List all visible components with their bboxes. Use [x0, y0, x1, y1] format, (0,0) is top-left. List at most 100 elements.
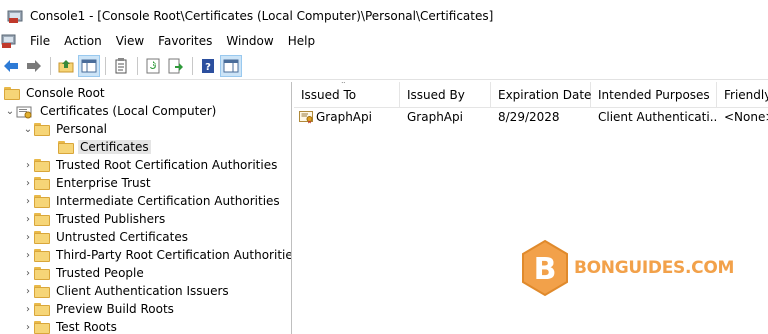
chevron-right-icon[interactable]: › — [22, 192, 34, 210]
tree-item-third-party-root[interactable]: › Third-Party Root Certification Authori… — [22, 246, 292, 264]
folder-icon — [34, 266, 50, 280]
column-label: Intended Purposes — [598, 87, 710, 102]
tree-item-client-auth-issuers[interactable]: › Client Authentication Issuers — [22, 282, 231, 300]
tree-item-label: Trusted People — [56, 266, 144, 280]
help-icon[interactable]: ? — [197, 55, 219, 77]
toolbar-separator — [192, 56, 193, 75]
up-folder-icon[interactable] — [55, 55, 77, 77]
show-hide-action-pane-icon[interactable] — [220, 54, 242, 77]
cell-issued-to: GraphApi — [294, 110, 400, 124]
refresh-icon[interactable] — [142, 55, 164, 77]
chevron-right-icon[interactable]: › — [22, 228, 34, 246]
chevron-right-icon[interactable]: › — [22, 318, 34, 334]
tree-item-label: Trusted Publishers — [56, 212, 166, 226]
column-header-expiration-date[interactable]: Expiration Date — [491, 82, 591, 108]
column-header-friendly-name[interactable]: Friendly — [717, 82, 768, 108]
tree-item-label: Trusted Root Certification Authorities — [56, 158, 278, 172]
tree-item-label: Certificates (Local Computer) — [40, 104, 217, 118]
tree-item-label: Enterprise Trust — [56, 176, 151, 190]
chevron-right-icon[interactable]: › — [22, 174, 34, 192]
menu-action[interactable]: Action — [57, 34, 109, 48]
properties-icon[interactable] — [110, 55, 132, 77]
title-bar: Console1 - [Console Root\Certificates (L… — [0, 0, 768, 31]
window-title: Console1 - [Console Root\Certificates (L… — [30, 8, 494, 23]
chevron-right-icon[interactable]: › — [22, 246, 34, 264]
chevron-right-icon[interactable]: › — [22, 210, 34, 228]
tree-item-label: Third-Party Root Certification Authoriti… — [56, 248, 292, 262]
toolbar: ? — [0, 52, 768, 80]
tree-item-label: Client Authentication Issuers — [56, 284, 229, 298]
menu-help[interactable]: Help — [281, 34, 322, 48]
tree-item-personal-certificates[interactable]: Certificates — [58, 138, 151, 156]
chevron-right-icon[interactable]: › — [22, 300, 34, 318]
chevron-down-icon[interactable]: ⌄ — [22, 120, 34, 138]
toolbar-separator — [50, 56, 51, 75]
cell-expiration-date: 8/29/2028 — [498, 110, 560, 124]
back-icon[interactable] — [0, 55, 22, 77]
toolbar-separator — [137, 56, 138, 75]
menu-favorites[interactable]: Favorites — [151, 34, 219, 48]
list-header: ⌃ Issued To Issued By Expiration Date In… — [294, 82, 768, 108]
tree-item-trusted-root[interactable]: › Trusted Root Certification Authorities — [22, 156, 279, 174]
menu-file[interactable]: File — [23, 34, 57, 48]
folder-icon — [34, 176, 50, 190]
tree-item-preview-build-roots[interactable]: › Preview Build Roots — [22, 300, 176, 318]
folder-icon — [58, 140, 74, 154]
chevron-down-icon[interactable]: ⌄ — [4, 102, 16, 120]
cell-intended-purposes: Client Authenticati... — [598, 110, 717, 124]
console-tree: Console Root ⌄ Certificates (Local Compu… — [0, 82, 292, 334]
menu-view[interactable]: View — [109, 34, 151, 48]
column-label: Issued By — [407, 87, 465, 102]
mmc-app-icon[interactable] — [7, 8, 23, 24]
folder-icon — [34, 212, 50, 226]
tree-item-personal[interactable]: ⌄ Personal — [22, 120, 109, 138]
folder-icon — [34, 284, 50, 298]
tree-item-trusted-publishers[interactable]: › Trusted Publishers — [22, 210, 167, 228]
cell-friendly-name: <None> — [724, 110, 768, 124]
tree-item-console-root[interactable]: Console Root — [4, 84, 107, 102]
folder-icon — [34, 248, 50, 262]
column-label: Friendly — [724, 87, 768, 102]
tree-item-certificates-store[interactable]: ⌄ Certificates (Local Computer) — [4, 102, 218, 120]
chevron-right-icon[interactable]: › — [22, 264, 34, 282]
console-menu-icon[interactable] — [1, 33, 17, 49]
tree-item-label: Certificates — [78, 140, 151, 154]
tree-item-label: Intermediate Certification Authorities — [56, 194, 280, 208]
export-list-icon[interactable] — [165, 55, 187, 77]
tree-item-enterprise-trust[interactable]: › Enterprise Trust — [22, 174, 153, 192]
column-label: Issued To — [301, 87, 357, 102]
menu-window[interactable]: Window — [219, 34, 280, 48]
folder-icon — [34, 302, 50, 316]
table-row[interactable]: GraphApi GraphApi 8/29/2028 Client Authe… — [294, 108, 768, 126]
menu-bar: File Action View Favorites Window Help — [0, 31, 768, 51]
column-header-issued-by[interactable]: Issued By — [400, 82, 491, 108]
tree-item-intermediate[interactable]: › Intermediate Certification Authorities — [22, 192, 282, 210]
folder-icon — [34, 320, 50, 334]
bonguides-watermark: B BONGUIDES.COM — [520, 239, 734, 297]
tree-item-test-roots[interactable]: › Test Roots — [22, 318, 119, 334]
sort-ascending-icon: ⌃ — [340, 82, 347, 89]
tree-item-trusted-people[interactable]: › Trusted People — [22, 264, 146, 282]
tree-item-label: Test Roots — [56, 320, 117, 334]
folder-icon — [34, 122, 50, 136]
column-label: Expiration Date — [498, 87, 592, 102]
toolbar-separator — [105, 56, 106, 75]
folder-icon — [34, 230, 50, 244]
tree-item-label: Personal — [56, 122, 108, 136]
svg-text:?: ? — [205, 62, 211, 73]
chevron-right-icon[interactable]: › — [22, 282, 34, 300]
watermark-text: BONGUIDES.COM — [574, 258, 735, 278]
show-hide-tree-icon[interactable] — [78, 54, 100, 77]
certificate-icon — [299, 110, 313, 124]
tree-item-label: Untrusted Certificates — [56, 230, 188, 244]
chevron-right-icon[interactable]: › — [22, 156, 34, 174]
column-header-issued-to[interactable]: ⌃ Issued To — [294, 82, 400, 108]
tree-item-label: Console Root — [26, 86, 105, 100]
folder-icon — [34, 194, 50, 208]
column-header-intended-purposes[interactable]: Intended Purposes — [591, 82, 717, 108]
certificates-snapin-icon — [16, 105, 34, 118]
cell-text: GraphApi — [316, 110, 372, 124]
forward-icon[interactable] — [23, 55, 45, 77]
tree-item-untrusted[interactable]: › Untrusted Certificates — [22, 228, 190, 246]
logo-letter: B — [534, 252, 557, 287]
